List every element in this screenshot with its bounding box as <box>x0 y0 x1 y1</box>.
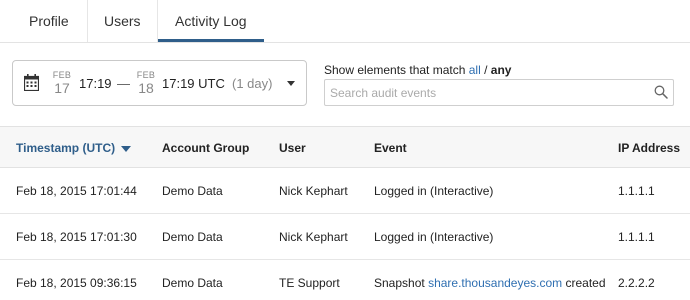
cell-timestamp: Feb 18, 2015 17:01:30 <box>16 230 137 244</box>
table-row: Feb 18, 2015 17:01:30 Demo Data Nick Kep… <box>0 214 690 260</box>
calendar-icon <box>24 74 39 91</box>
column-header-user[interactable]: User <box>279 141 306 155</box>
end-time: 17:19 UTC <box>162 76 225 91</box>
cell-timestamp: Feb 18, 2015 09:36:15 <box>16 276 137 290</box>
event-text: Snapshot <box>374 276 425 290</box>
match-separator: / <box>484 63 488 77</box>
cell-timestamp: Feb 18, 2015 17:01:44 <box>16 184 137 198</box>
cell-account-group: Demo Data <box>162 230 223 244</box>
cell-account-group: Demo Data <box>162 184 223 198</box>
cell-user: Nick Kephart <box>279 230 348 244</box>
cell-event: Snapshot share.thousandeyes.com created <box>374 276 606 290</box>
date-range-picker[interactable]: FEB 17 17:19 — FEB 18 17:19 UTC (1 day) <box>12 60 307 106</box>
start-time: 17:19 <box>79 76 112 91</box>
start-day: 17 <box>54 80 70 96</box>
range-separator: — <box>117 76 130 91</box>
cell-ip-address: 2.2.2.2 <box>618 276 655 290</box>
cell-ip-address: 1.1.1.1 <box>618 230 655 244</box>
cell-event: Logged in (Interactive) <box>374 230 494 244</box>
sort-descending-icon <box>121 145 132 152</box>
search-box <box>324 79 674 106</box>
chevron-down-icon[interactable] <box>287 81 295 86</box>
match-label: Show elements that match <box>324 63 466 77</box>
search-icon[interactable] <box>654 85 668 99</box>
tab-profile[interactable]: Profile <box>0 0 87 42</box>
cell-event: Logged in (Interactive) <box>374 184 494 198</box>
start-date: FEB 17 <box>51 70 73 96</box>
tab-bar: Profile Users Activity Log <box>0 0 690 43</box>
tab-activity-log[interactable]: Activity Log <box>158 0 264 42</box>
start-month: FEB <box>52 70 72 80</box>
column-header-timestamp-label: Timestamp (UTC) <box>16 141 116 155</box>
column-header-timestamp[interactable]: Timestamp (UTC) <box>16 141 132 155</box>
column-header-ip-address[interactable]: IP Address <box>618 141 680 155</box>
search-input[interactable] <box>325 80 645 105</box>
match-any-link[interactable]: any <box>491 63 512 77</box>
match-selector: Show elements that match all / any <box>324 63 511 77</box>
end-day: 18 <box>138 80 154 96</box>
table-header: Timestamp (UTC) Account Group User Event… <box>0 126 690 168</box>
activity-table: Timestamp (UTC) Account Group User Event… <box>0 126 690 300</box>
column-header-account-group[interactable]: Account Group <box>162 141 249 155</box>
table-row: Feb 18, 2015 09:36:15 Demo Data TE Suppo… <box>0 260 690 300</box>
range-duration: (1 day) <box>232 76 273 91</box>
cell-user: TE Support <box>279 276 340 290</box>
cell-user: Nick Kephart <box>279 184 348 198</box>
cell-ip-address: 1.1.1.1 <box>618 184 655 198</box>
match-all-link[interactable]: all <box>469 63 481 77</box>
column-header-event[interactable]: Event <box>374 141 407 155</box>
tab-users[interactable]: Users <box>87 0 158 42</box>
event-text-suffix: created <box>565 276 606 290</box>
event-link[interactable]: share.thousandeyes.com <box>428 276 562 290</box>
cell-account-group: Demo Data <box>162 276 223 290</box>
end-month: FEB <box>136 70 156 80</box>
end-date: FEB 18 <box>135 70 157 96</box>
table-row: Feb 18, 2015 17:01:44 Demo Data Nick Kep… <box>0 168 690 214</box>
